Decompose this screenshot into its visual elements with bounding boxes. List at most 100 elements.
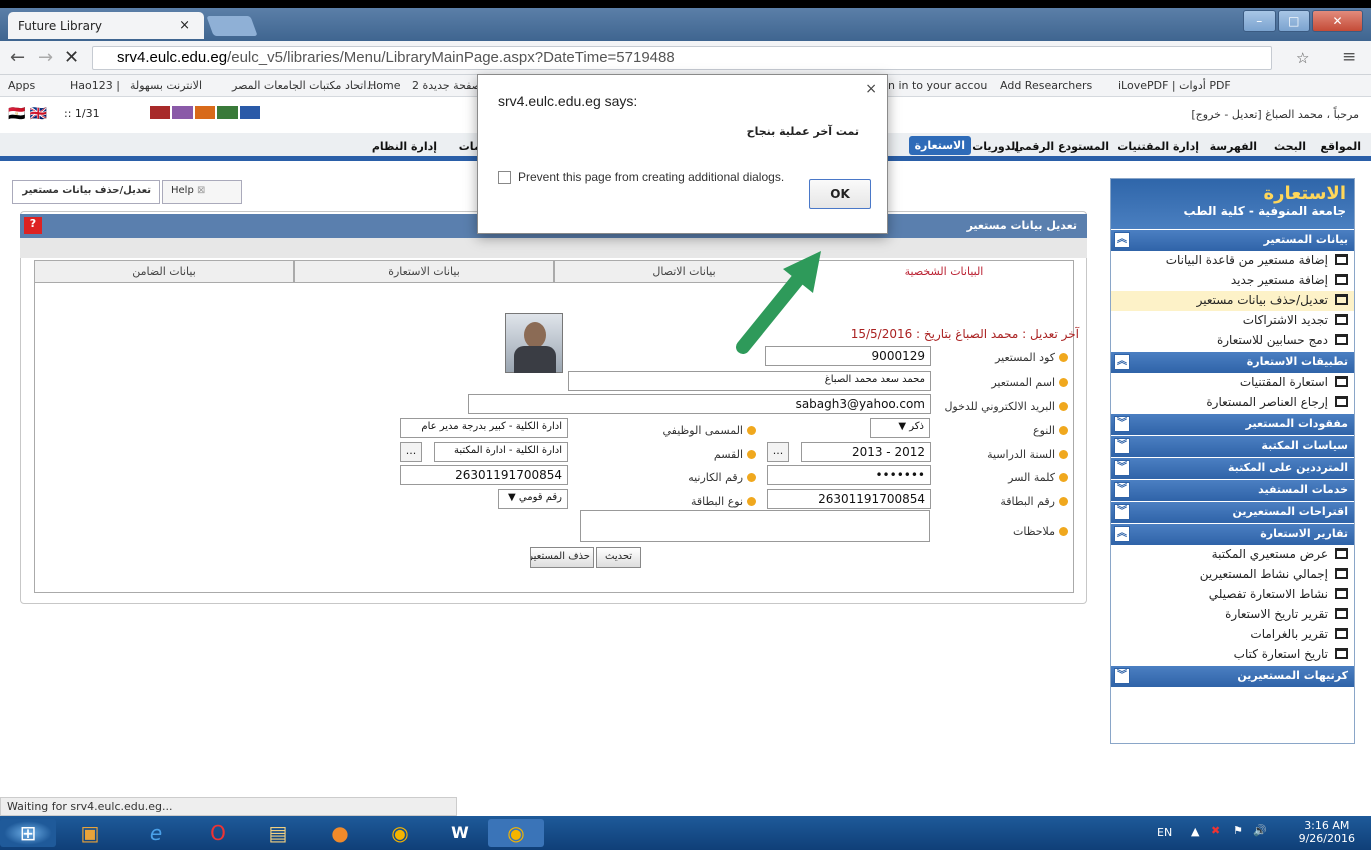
mail-counter[interactable]: :: 1/31 bbox=[64, 107, 100, 120]
tab-help[interactable]: Help ⊠ bbox=[162, 180, 242, 204]
chrome-icon[interactable]: ◉ bbox=[372, 819, 428, 847]
menu-cataloging[interactable]: الفهرسة bbox=[1210, 140, 1257, 153]
collapse-icon[interactable]: ︽ bbox=[1114, 526, 1130, 542]
bookmark-internet[interactable]: الانترنت بسهولة bbox=[130, 79, 202, 92]
section-reports[interactable]: تقارير الاستعارة ︽ bbox=[1111, 523, 1354, 545]
year-browse-button[interactable]: ... bbox=[767, 442, 789, 462]
expand-icon[interactable]: ︾ bbox=[1114, 482, 1130, 498]
tab-borrowing[interactable]: بيانات الاستعارة bbox=[294, 260, 554, 283]
back-icon[interactable]: ← bbox=[10, 47, 25, 68]
sidebar-item-report-history[interactable]: تقرير تاريخ الاستعارة bbox=[1111, 605, 1354, 625]
section-suggestions[interactable]: اقتراحات المستعيرين ︾ bbox=[1111, 501, 1354, 523]
email-field[interactable]: sabagh3@yahoo.com bbox=[468, 394, 931, 414]
menu-icon[interactable]: ≡ bbox=[1342, 47, 1356, 67]
new-tab-button[interactable] bbox=[206, 16, 258, 36]
sidebar-item-return[interactable]: إرجاع العناصر المستعارة bbox=[1111, 393, 1354, 413]
update-button[interactable]: تحديث bbox=[596, 547, 642, 568]
tab-personal[interactable]: البيانات الشخصية bbox=[814, 260, 1074, 283]
language-indicator[interactable]: EN bbox=[1157, 826, 1172, 839]
clock[interactable]: 3:16 AM 9/26/2016 bbox=[1299, 819, 1355, 845]
flag-icon[interactable]: ⚑ bbox=[1233, 824, 1243, 837]
menu-search[interactable]: البحث bbox=[1274, 140, 1306, 153]
dept-browse-button[interactable]: ... bbox=[400, 442, 422, 462]
dept-field[interactable]: ادارة الكلية - ادارة المكتبة bbox=[434, 442, 568, 462]
year-select[interactable]: 2013 - 2012 bbox=[801, 442, 931, 462]
bookmark-ilovepdf[interactable]: iLovePDF | أدوات PDF bbox=[1118, 79, 1231, 92]
tab-edit-borrower[interactable]: تعديل/حذف بيانات مستعير bbox=[12, 180, 160, 204]
password-field[interactable]: ••••••• bbox=[767, 465, 931, 485]
prevent-dialogs-label[interactable]: Prevent this page from creating addition… bbox=[518, 170, 784, 184]
card-type-select[interactable]: رقم قومي ▼ bbox=[498, 489, 568, 509]
maximize-button[interactable]: □ bbox=[1277, 10, 1311, 32]
menu-acquisitions[interactable]: إدارة المقتنيات bbox=[1117, 140, 1199, 153]
browser-tab[interactable]: Future Library × bbox=[8, 12, 204, 39]
tray-arrow-icon[interactable]: ▲ bbox=[1191, 825, 1199, 838]
section-visitors[interactable]: المترددين على المكتبة ︾ bbox=[1111, 457, 1354, 479]
section-lost[interactable]: مفقودات المستعير ︾ bbox=[1111, 413, 1354, 435]
sidebar-item-report-detail[interactable]: نشاط الاستعارة تفصيلي bbox=[1111, 585, 1354, 605]
bookmark-account[interactable]: n in to your accou bbox=[888, 79, 987, 92]
flags-icon[interactable]: 🇪🇬 🇬🇧 bbox=[8, 106, 47, 122]
sidebar-item-report-book[interactable]: تاريخ استعارة كتاب bbox=[1111, 645, 1354, 665]
chrome-active-icon[interactable]: ◉ bbox=[488, 819, 544, 847]
card-no-field[interactable]: 26301191700854 bbox=[767, 489, 931, 509]
taskbar-app-1-icon[interactable]: ▣ bbox=[62, 819, 118, 847]
notes-field[interactable] bbox=[580, 510, 930, 542]
delete-button[interactable]: حذف المستعير نهائياً bbox=[530, 547, 594, 568]
collapse-icon[interactable]: ︽ bbox=[1114, 354, 1130, 370]
help-icon[interactable]: ? bbox=[24, 217, 42, 234]
theme-swatches[interactable] bbox=[150, 106, 261, 119]
dialog-close-icon[interactable]: × bbox=[865, 81, 877, 97]
menu-circulation[interactable]: الاستعارة bbox=[908, 136, 971, 155]
prevent-dialogs-checkbox[interactable] bbox=[498, 171, 511, 184]
job-field[interactable]: ادارة الكلية - كبير بدرجة مدير عام bbox=[400, 418, 568, 438]
section-cards[interactable]: كرتيهات المستعيرين ︾ bbox=[1111, 665, 1354, 687]
bookmark-eulc[interactable]: اتحاد مكتبات الجامعات المصر... bbox=[232, 79, 377, 92]
bookmark-researchers[interactable]: Add Researchers bbox=[1000, 79, 1092, 92]
sidebar-item-edit-delete[interactable]: تعديل/حذف بيانات مستعير bbox=[1111, 291, 1354, 311]
firefox-icon[interactable]: ● bbox=[312, 819, 368, 847]
ok-button[interactable]: OK bbox=[809, 179, 871, 209]
start-button[interactable]: ⊞ bbox=[0, 819, 56, 847]
stop-icon[interactable]: ✕ bbox=[64, 47, 79, 68]
bookmark-apps[interactable]: Apps bbox=[8, 79, 35, 92]
menu-admin[interactable]: إدارة النظام bbox=[372, 140, 437, 153]
expand-icon[interactable]: ︾ bbox=[1114, 438, 1130, 454]
close-window-button[interactable]: ✕ bbox=[1312, 10, 1364, 32]
explorer-icon[interactable]: ▤ bbox=[250, 819, 306, 847]
minimize-button[interactable]: – bbox=[1243, 10, 1276, 32]
star-icon[interactable]: ☆ bbox=[1296, 49, 1309, 67]
expand-icon[interactable]: ︾ bbox=[1114, 504, 1130, 520]
section-policies[interactable]: سياسات المكتبة ︾ bbox=[1111, 435, 1354, 457]
menu-periodicals[interactable]: الدوريات bbox=[972, 140, 1019, 153]
ie-icon[interactable]: e bbox=[128, 819, 184, 847]
sidebar-item-merge[interactable]: دمج حسابين للاستعارة bbox=[1111, 331, 1354, 351]
menu-sites[interactable]: المواقع bbox=[1320, 140, 1361, 153]
sidebar-item-report-borrowers[interactable]: عرض مستعيري المكتبة bbox=[1111, 545, 1354, 565]
bookmark-newpage[interactable]: صفحة جديدة 2 bbox=[412, 79, 481, 92]
close-icon[interactable]: ⊠ bbox=[197, 185, 205, 196]
forward-icon[interactable]: → bbox=[38, 47, 53, 68]
name-field[interactable]: محمد سعد محمد الصباغ bbox=[568, 371, 931, 391]
expand-icon[interactable]: ︾ bbox=[1114, 416, 1130, 432]
expand-icon[interactable]: ︾ bbox=[1114, 460, 1130, 476]
tab-guarantor[interactable]: بيانات الضامن bbox=[34, 260, 294, 283]
section-services[interactable]: خدمات المستفيد ︾ bbox=[1111, 479, 1354, 501]
opera-icon[interactable]: O bbox=[190, 819, 246, 847]
sidebar-item-report-total[interactable]: إجمالي نشاط المستعيرين bbox=[1111, 565, 1354, 585]
section-borrower-data[interactable]: بيانات المستعير ︽ bbox=[1111, 229, 1354, 251]
menu-repository[interactable]: المستودع الرقمي bbox=[1014, 140, 1109, 153]
card-no2-field[interactable]: 26301191700854 bbox=[400, 465, 568, 485]
bookmark-home[interactable]: Home bbox=[368, 79, 400, 92]
close-tab-icon[interactable]: × bbox=[179, 18, 190, 33]
sidebar-item-add-from-db[interactable]: إضافة مستعير من قاعدة البيانات bbox=[1111, 251, 1354, 271]
sidebar-item-checkout[interactable]: استعارة المقتنيات bbox=[1111, 373, 1354, 393]
word-icon[interactable]: W bbox=[432, 819, 488, 847]
expand-icon[interactable]: ︾ bbox=[1114, 668, 1130, 684]
bookmark-hao123[interactable]: Hao123 | bbox=[70, 79, 120, 92]
sidebar-item-add-new[interactable]: إضافة مستعير جديد bbox=[1111, 271, 1354, 291]
address-bar[interactable]: srv4.eulc.edu.eg/eulc_v5/libraries/Menu/… bbox=[92, 46, 1272, 70]
volume-icon[interactable]: 🔊 bbox=[1253, 824, 1267, 837]
network-icon[interactable]: ✖ bbox=[1211, 824, 1220, 837]
gender-select[interactable]: ذكر ▼ bbox=[870, 418, 930, 438]
